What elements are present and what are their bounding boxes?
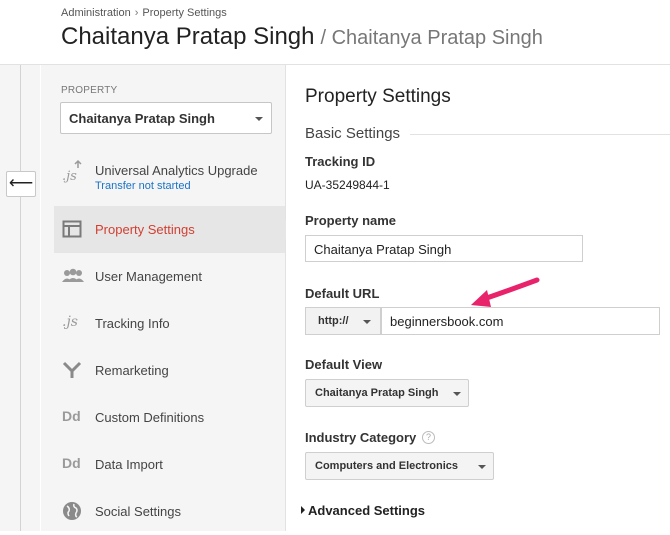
sidebar-item-label: Social Settings bbox=[95, 504, 181, 519]
transfer-status-link[interactable]: Transfer not started bbox=[95, 180, 191, 192]
dd-icon: Dd bbox=[62, 455, 81, 471]
breadcrumb: Administration › Property Settings bbox=[61, 7, 227, 19]
users-icon bbox=[62, 267, 84, 287]
property-settings-icon bbox=[62, 220, 84, 240]
breadcrumb-separator: › bbox=[134, 7, 139, 19]
sidebar-item-label: Data Import bbox=[95, 457, 163, 472]
industry-category-label: Industry Category bbox=[305, 430, 417, 445]
protocol-select[interactable]: http:// bbox=[305, 307, 381, 335]
property-name-input[interactable]: Chaitanya Pratap Singh bbox=[305, 235, 583, 262]
industry-category-value: Computers and Electronics bbox=[315, 460, 459, 472]
chevron-down-icon bbox=[255, 117, 263, 121]
page-title: Property Settings bbox=[305, 86, 451, 107]
dd-icon: Dd bbox=[62, 408, 81, 424]
tracking-id-value: UA-35249844-1 bbox=[305, 178, 390, 192]
divider bbox=[20, 65, 21, 531]
js-icon: .js bbox=[62, 314, 78, 330]
protocol-value: http:// bbox=[318, 315, 349, 327]
page-header-title: Chaitanya Pratap Singh bbox=[61, 23, 315, 50]
sidebar-item-label: Tracking Info bbox=[95, 316, 170, 331]
sidebar-item-label: Property Settings bbox=[95, 222, 195, 237]
page-header-subtitle: / Chaitanya Pratap Singh bbox=[320, 27, 543, 49]
chevron-down-icon bbox=[453, 392, 461, 396]
industry-category-select[interactable]: Computers and Electronics bbox=[305, 452, 494, 480]
property-name-value: Chaitanya Pratap Singh bbox=[314, 242, 452, 257]
sidebar-item-property-settings[interactable]: Property Settings bbox=[54, 206, 285, 253]
default-url-value: beginnersbook.com bbox=[390, 314, 504, 329]
sidebar-item-label: User Management bbox=[95, 269, 202, 284]
sidebar-item-label: Remarketing bbox=[95, 363, 169, 378]
svg-text:.js: .js bbox=[62, 169, 77, 184]
advanced-settings-toggle[interactable]: Advanced Settings bbox=[301, 503, 425, 518]
back-button[interactable]: ⟵ bbox=[6, 171, 36, 197]
sidebar-item-universal-analytics-upgrade[interactable]: .js Universal Analytics Upgrade Transfer… bbox=[54, 152, 285, 199]
sidebar: PROPERTY Chaitanya Pratap Singh .js Univ… bbox=[41, 65, 286, 531]
chevron-right-icon bbox=[301, 506, 305, 514]
back-column: ⟵ bbox=[0, 65, 40, 531]
breadcrumb-property-settings: Property Settings bbox=[142, 7, 227, 19]
property-select-value: Chaitanya Pratap Singh bbox=[69, 111, 215, 126]
sidebar-item-tracking-info[interactable]: .js Tracking Info bbox=[54, 300, 285, 347]
sidebar-item-data-import[interactable]: Dd Data Import bbox=[54, 441, 285, 488]
title-row: Chaitanya Pratap Singh / Chaitanya Pratap… bbox=[61, 23, 543, 51]
sidebar-item-label: Universal Analytics Upgrade bbox=[95, 163, 258, 178]
remarketing-icon bbox=[62, 361, 84, 381]
default-view-select[interactable]: Chaitanya Pratap Singh bbox=[305, 379, 469, 407]
sidebar-item-custom-definitions[interactable]: Dd Custom Definitions bbox=[54, 394, 285, 441]
js-upload-icon: .js bbox=[62, 159, 84, 186]
sidebar-item-social-settings[interactable]: Social Settings bbox=[54, 488, 285, 535]
annotation-arrow-icon bbox=[471, 277, 540, 307]
chevron-down-icon bbox=[478, 465, 486, 469]
default-view-label: Default View bbox=[305, 357, 383, 372]
chevron-down-icon bbox=[363, 320, 371, 324]
property-name-label: Property name bbox=[305, 213, 397, 228]
sidebar-item-remarketing[interactable]: Remarketing bbox=[54, 347, 285, 394]
sidebar-item-user-management[interactable]: User Management bbox=[54, 253, 285, 300]
breadcrumb-administration[interactable]: Administration bbox=[61, 7, 131, 19]
sidebar-item-label: Custom Definitions bbox=[95, 410, 205, 425]
section-title: Basic Settings bbox=[305, 125, 411, 142]
property-label: PROPERTY bbox=[61, 85, 118, 96]
arrow-left-icon: ⟵ bbox=[8, 173, 34, 192]
globe-icon bbox=[62, 502, 84, 522]
default-view-value: Chaitanya Pratap Singh bbox=[315, 387, 439, 399]
help-icon[interactable]: ? bbox=[422, 431, 435, 444]
tracking-id-label: Tracking ID bbox=[305, 154, 376, 169]
property-select[interactable]: Chaitanya Pratap Singh bbox=[60, 102, 272, 134]
page-header: Administration › Property Settings Chaitan… bbox=[0, 0, 670, 65]
default-url-label: Default URL bbox=[305, 286, 380, 301]
advanced-settings-label: Advanced Settings bbox=[308, 503, 426, 518]
